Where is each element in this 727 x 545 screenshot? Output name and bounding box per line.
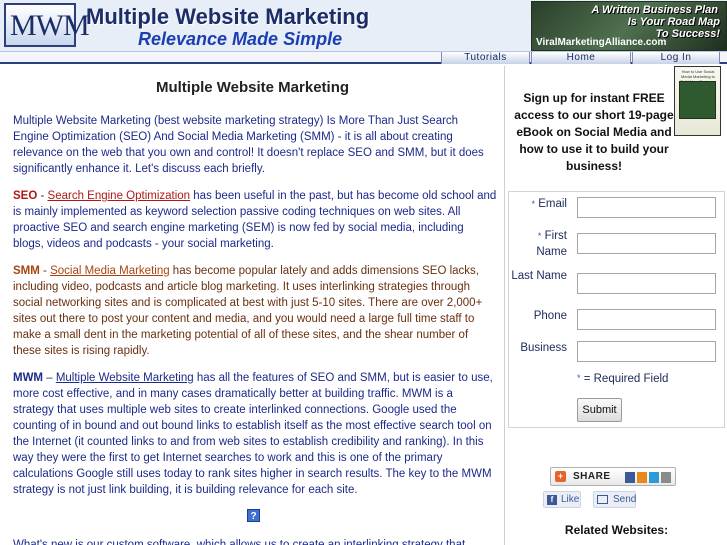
share-label: SHARE	[573, 471, 611, 482]
sidebar: Sign up for instant FREE access to our s…	[506, 66, 727, 545]
business-label: Business	[520, 342, 567, 354]
facebook-icon	[625, 472, 635, 483]
logo[interactable]: MWM	[4, 3, 90, 47]
banner-url: ViralMarketingAlliance.com	[536, 37, 667, 48]
mwm-paragraph: MWM – Multiple Website Marketing has all…	[13, 370, 497, 498]
first-name-label-text: First Name	[536, 230, 567, 258]
logo-text: MWM	[10, 9, 90, 42]
help-icon[interactable]: ?	[247, 509, 260, 522]
whats-new-paragraph: What's new is our custom software, which…	[13, 539, 466, 545]
submit-button[interactable]: Submit	[577, 398, 622, 422]
required-field-note: * = Required Field	[577, 373, 668, 385]
main-content: Multiple Website Marketing Multiple Webs…	[0, 66, 505, 545]
facebook-icon: f	[547, 495, 557, 505]
like-label: Like	[561, 494, 580, 505]
site-header: MWM Multiple Website Marketing Relevance…	[0, 0, 727, 52]
required-mark: *	[577, 373, 581, 383]
last-name-label: Last Name	[511, 270, 567, 282]
mwm-keyword: MWM	[13, 372, 44, 384]
phone-field[interactable]	[577, 309, 716, 330]
email-icon	[661, 472, 671, 483]
mwm-text: has all the features of SEO and SMM, but…	[13, 372, 493, 496]
twitter-icon	[649, 472, 659, 483]
nav-log-in[interactable]: Log In	[632, 52, 720, 64]
share-button[interactable]: + SHARE	[550, 467, 676, 486]
mwm-link[interactable]: Multiple Website Marketing	[56, 372, 194, 384]
seo-keyword: SEO	[13, 190, 38, 202]
required-note-text: = Required Field	[583, 373, 669, 385]
bookmark-icon	[637, 472, 647, 483]
smm-keyword: SMM	[13, 265, 40, 277]
facebook-send-button[interactable]: Send	[593, 491, 636, 508]
mwm-separator: –	[43, 372, 56, 384]
signup-form: * Email * First Name Last Name Phone Bus…	[508, 191, 725, 428]
banner-line-2: Is Your Road Map	[627, 16, 720, 28]
email-field[interactable]	[577, 197, 716, 218]
share-plus-icon: +	[555, 471, 566, 482]
first-name-label: * First Name	[509, 228, 567, 260]
intro-paragraph: Multiple Website Marketing (best website…	[13, 115, 484, 175]
email-label-text: Email	[538, 198, 567, 210]
page-title: Multiple Website Marketing	[155, 79, 350, 96]
ebook-cover-image[interactable]: How to Use Social Media Marketing to Bui…	[674, 66, 721, 136]
first-name-field[interactable]	[577, 233, 716, 254]
nav-tutorials[interactable]: Tutorials	[441, 52, 530, 64]
email-label: * Email	[509, 196, 567, 212]
site-title: Multiple Website Marketing	[86, 4, 370, 29]
envelope-icon	[597, 495, 608, 504]
nav-home[interactable]: Home	[531, 52, 631, 64]
related-websites-heading: Related Websites:	[564, 523, 669, 537]
top-nav: Tutorials Home Log In	[0, 52, 727, 64]
seo-separator: -	[37, 190, 48, 202]
smm-text: has become popular lately and adds dimen…	[13, 265, 483, 357]
signup-promo-text: Sign up for instant FREE access to our s…	[514, 91, 674, 173]
business-plan-banner[interactable]: A Written Business Plan Is Your Road Map…	[531, 1, 727, 51]
ebook-cover-art	[679, 81, 716, 119]
smm-link[interactable]: Social Media Marketing	[50, 265, 170, 277]
seo-paragraph: SEO - Search Engine Optimization has bee…	[13, 188, 497, 252]
seo-link[interactable]: Search Engine Optimization	[48, 190, 191, 202]
smm-separator: -	[39, 265, 51, 277]
required-mark: *	[531, 199, 536, 209]
share-service-icons	[625, 471, 673, 486]
business-field[interactable]	[577, 341, 716, 362]
facebook-like-button[interactable]: f Like	[543, 491, 581, 508]
required-mark: *	[537, 231, 542, 241]
send-label: Send	[613, 494, 637, 505]
phone-label: Phone	[533, 310, 567, 322]
smm-paragraph: SMM - Social Media Marketing has become …	[13, 263, 497, 359]
tagline: Relevance Made Simple	[138, 29, 343, 49]
banner-line-1: A Written Business Plan	[591, 4, 718, 16]
last-name-field[interactable]	[577, 273, 716, 294]
